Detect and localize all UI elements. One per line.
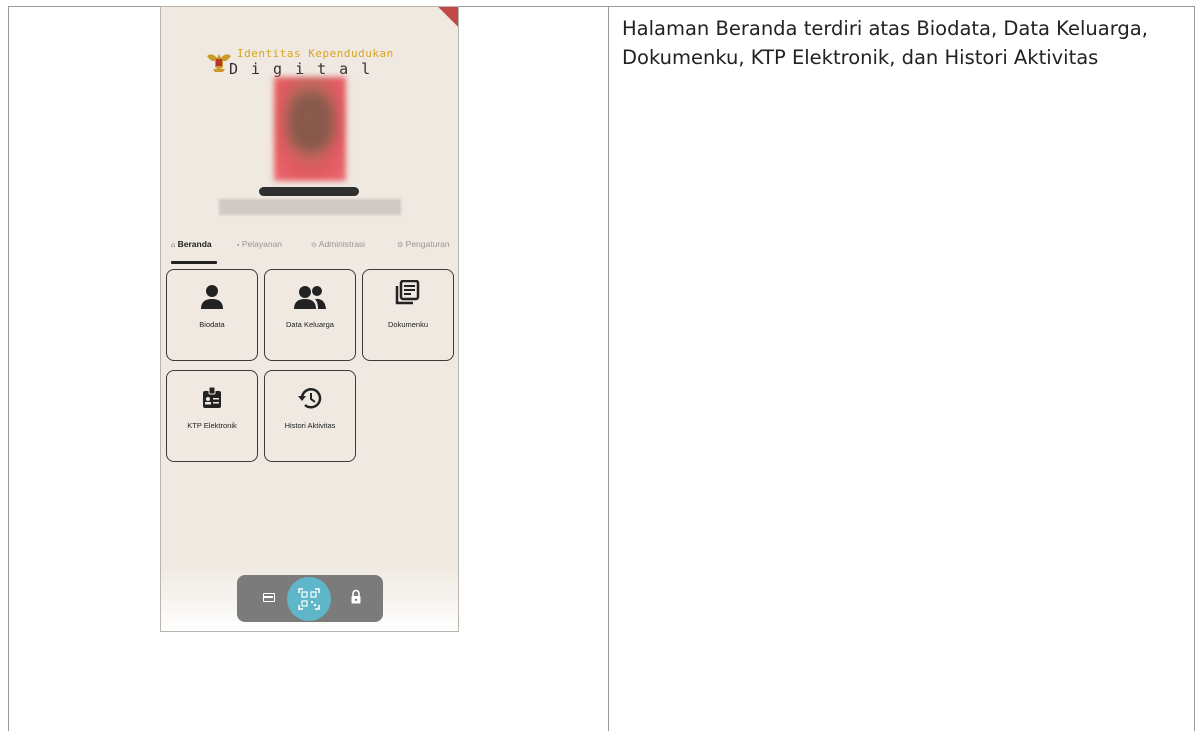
phone-screenshot: Identitas Kependudukan Digital ⌂ Beranda… [160, 6, 459, 632]
menu-tile-label: Histori Aktivitas [284, 421, 336, 430]
tab-label: Administrasi [318, 239, 366, 249]
menu-tile-label: Biodata [199, 320, 225, 329]
app-title-line2: Digital [229, 60, 384, 78]
menu-tile-data-keluarga[interactable]: Data Keluarga [264, 269, 356, 361]
menu-tile-label: KTP Elektronik [187, 421, 237, 430]
document-icon: ▪ [237, 242, 240, 249]
tab-pengaturan[interactable]: ⚙ Pengaturan [397, 239, 450, 249]
document-table: Halaman Beranda terdiri atas Biodata, Da… [0, 0, 1200, 731]
table-right-border [1194, 6, 1195, 731]
menu-tile-biodata[interactable]: Biodata [166, 269, 258, 361]
menu-tile-histori-aktivitas[interactable]: Histori Aktivitas [264, 370, 356, 462]
app-title-line1: Identitas Kependudukan [237, 47, 394, 60]
gear-icon: ⚙ [397, 242, 404, 249]
tab-label: Pelayanan [241, 239, 283, 249]
people-icon [294, 286, 326, 309]
menu-tile-label: Dokumenku [387, 320, 429, 329]
tab-pelayanan[interactable]: ▪ Pelayanan [237, 239, 282, 249]
bottom-nav-bar [237, 575, 383, 622]
menu-tile-dokumenku[interactable]: Dokumenku [362, 269, 454, 361]
menu-tile-label: Data Keluarga [286, 320, 334, 329]
description-text: Halaman Beranda terdiri atas Biodata, Da… [622, 17, 1148, 69]
tab-label: Pengaturan [405, 239, 450, 249]
menu-tile-ktp-elektronik[interactable]: KTP Elektronik [166, 370, 258, 462]
history-icon [298, 388, 322, 409]
user-name-redacted [259, 187, 359, 196]
table-left-border [8, 6, 9, 731]
user-circle-icon: ⊖ [311, 242, 317, 249]
badge-icon [203, 386, 221, 408]
card-icon[interactable] [263, 593, 275, 602]
lock-icon[interactable] [349, 589, 363, 605]
qr-scan-button[interactable] [287, 577, 331, 621]
table-column-divider [608, 6, 609, 731]
person-icon [201, 285, 223, 309]
library-books-icon [395, 280, 420, 305]
debug-ribbon [438, 7, 458, 27]
tab-administrasi[interactable]: ⊖ Administrasi [311, 239, 365, 249]
active-tab-indicator [171, 261, 217, 264]
user-nik-redacted [219, 199, 401, 215]
qr-scan-icon [298, 588, 320, 610]
tab-beranda[interactable]: ⌂ Beranda [171, 239, 212, 249]
home-icon: ⌂ [171, 242, 176, 249]
tab-label: Beranda [177, 239, 212, 249]
profile-photo-face [289, 92, 333, 152]
